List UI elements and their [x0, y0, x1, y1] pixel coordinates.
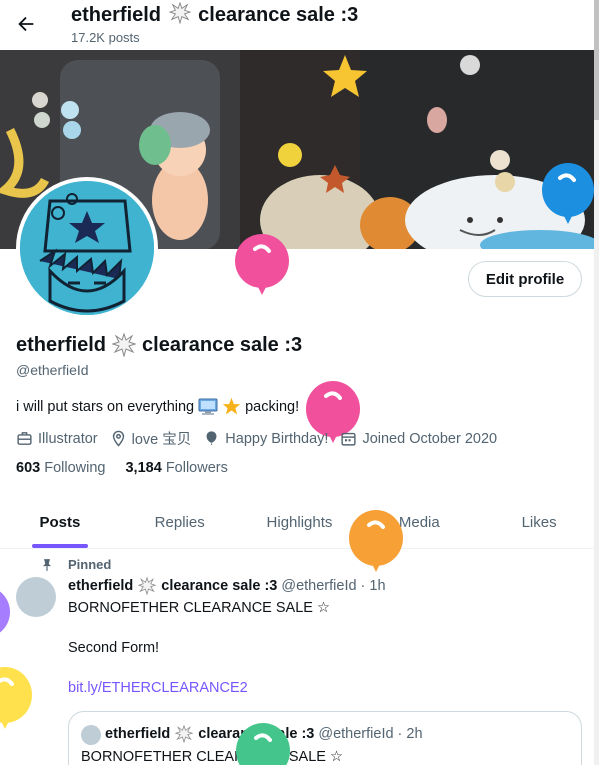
balloon-icon — [206, 431, 217, 445]
active-tab-indicator — [31, 544, 88, 548]
anger-burst-icon — [168, 1, 192, 25]
profile-bio: i will put stars on everything packing! — [16, 397, 300, 415]
post-time[interactable]: 1h — [369, 578, 385, 594]
profile-handle: @etherfieId — [16, 362, 89, 378]
profession: Illustrator — [16, 430, 98, 447]
balloon-yellow — [0, 667, 32, 729]
post-header: etherfield clearance sale :3 @etherfieId… — [68, 577, 386, 595]
computer-icon — [198, 398, 218, 415]
pinned-label: Pinned — [40, 557, 111, 572]
balloon-purple — [0, 591, 10, 633]
header-title: etherfield clearance sale :3 — [71, 1, 359, 26]
anger-burst-icon — [112, 333, 137, 357]
profile-avatar[interactable] — [16, 177, 158, 319]
location-pin-icon — [112, 430, 124, 447]
tab-posts[interactable]: Posts — [0, 496, 120, 548]
post-author-name[interactable]: etherfield clearance sale :3 — [68, 577, 277, 595]
scrollbar-thumb[interactable] — [594, 0, 599, 120]
tab-highlights[interactable]: Highlights — [240, 496, 360, 548]
profile-meta: Illustrator love 宝贝 Happy Birthday! Join… — [16, 428, 509, 449]
briefcase-icon — [17, 432, 32, 445]
balloon-green — [236, 723, 290, 765]
post-text-line: Second Form! — [68, 640, 160, 656]
pin-icon — [42, 558, 52, 571]
birthday: Happy Birthday! — [203, 430, 328, 447]
location: love 宝贝 — [110, 428, 191, 449]
star-icon — [222, 397, 241, 415]
avatar-image — [20, 181, 154, 315]
top-bar: etherfield clearance sale :3 17.2K posts — [0, 0, 599, 50]
quote-text: BORNOFETHER CLEARANCE SALE ☆ — [81, 749, 343, 765]
tab-replies[interactable]: Replies — [120, 496, 240, 548]
balloon-pink — [235, 234, 289, 295]
calendar-icon — [341, 432, 357, 446]
joined-date: Joined October 2020 — [340, 430, 497, 447]
quote-time: 2h — [406, 726, 423, 742]
edit-profile-button[interactable]: Edit profile — [468, 261, 582, 297]
anger-burst-icon — [175, 725, 194, 743]
posts-count: 17.2K posts — [71, 30, 140, 45]
post-author-handle[interactable]: @etherfieId — [281, 578, 356, 594]
scrollbar[interactable] — [594, 0, 599, 765]
profile-tabs: Posts Replies Highlights Media Likes — [0, 496, 599, 549]
post-text-line: BORNOFETHER CLEARANCE SALE ☆ — [68, 600, 330, 616]
follow-stats: 603 Following 3,184 Followers — [16, 460, 228, 476]
followers-link[interactable]: 3,184 Followers — [125, 460, 227, 476]
separator-dot: · — [360, 578, 366, 594]
separator-dot: · — [397, 726, 403, 742]
balloon-orange — [349, 510, 403, 572]
tab-likes[interactable]: Likes — [479, 496, 599, 548]
post-link[interactable]: bit.ly/ETHERCLEARANCE2 — [68, 680, 248, 696]
display-name: etherfield clearance sale :3 — [16, 333, 303, 357]
following-link[interactable]: 603 Following — [16, 460, 105, 476]
anger-burst-icon — [138, 577, 157, 595]
quoted-post[interactable]: etherfield clearance sale :3 @etherfieId… — [68, 711, 582, 765]
back-button[interactable] — [12, 10, 40, 38]
balloon-blue — [542, 163, 594, 224]
quote-author-handle: @etherfieId — [318, 726, 394, 742]
quote-author-avatar — [81, 725, 101, 745]
arrow-left-icon — [18, 16, 34, 32]
post-author-avatar[interactable] — [16, 577, 56, 617]
